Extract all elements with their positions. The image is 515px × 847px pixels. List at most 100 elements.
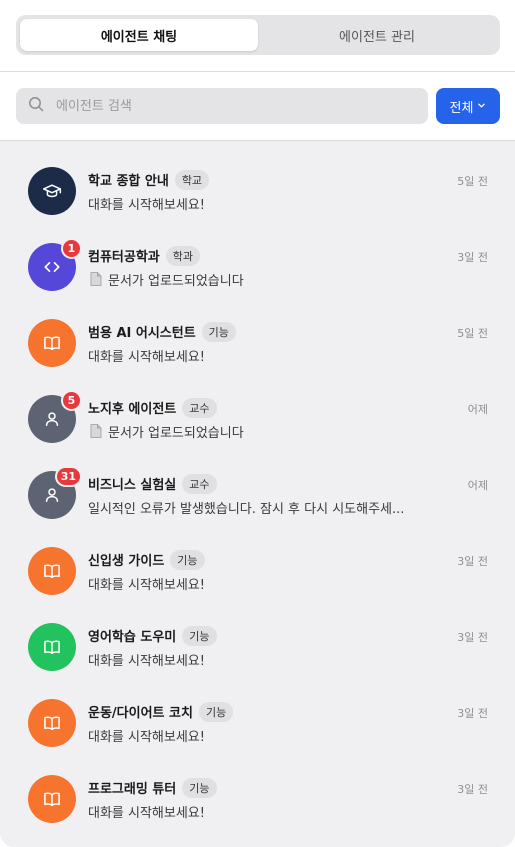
chat-info: 비즈니스 실험실 교수일시적인 오류가 발생했습니다. 잠시 후 다시 시도해주세…	[88, 473, 418, 517]
agent-avatar	[28, 547, 76, 595]
chat-list-item[interactable]: 운동/다이어트 코치 기능대화를 시작해보세요! 3일 전	[0, 685, 515, 761]
agent-name: 신입생 가이드	[88, 554, 165, 569]
timestamp: 3일 전	[457, 783, 488, 796]
agent-avatar	[28, 699, 76, 747]
preview-text: 대화를 시작해보세요!	[88, 653, 205, 669]
search-bar: 전체	[0, 72, 515, 141]
preview-text: 일시적인 오류가 발생했습니다. 잠시 후 다시 시도해주세...	[88, 501, 405, 517]
book-icon	[42, 333, 62, 353]
name-line: 운동/다이어트 코치 기능	[88, 701, 418, 722]
timestamp: 어제	[467, 479, 488, 492]
category-tag: 교수	[182, 397, 217, 418]
chat-info: 범용 AI 어시스턴트 기능대화를 시작해보세요!	[88, 321, 418, 365]
timestamp: 5일 전	[457, 327, 488, 340]
name-line: 컴퓨터공학과 학과	[88, 245, 418, 266]
filter-label: 전체	[449, 100, 474, 116]
chat-list: 학교 종합 안내 학교대화를 시작해보세요! 5일 전 1 컴퓨터공학과 학과문서가 업로…	[0, 141, 515, 847]
agent-avatar	[28, 775, 76, 823]
chat-info: 운동/다이어트 코치 기능대화를 시작해보세요!	[88, 701, 418, 745]
chat-info: 영어학습 도우미 기능대화를 시작해보세요!	[88, 625, 418, 669]
chat-list-item[interactable]: 5 노지후 에이전트 교수 문서가 업로드되었습니다 어제	[0, 381, 515, 457]
tab-agent-management[interactable]: 에이전트 관리	[258, 19, 496, 51]
category-tag: 학과	[165, 245, 201, 266]
agent-name: 범용 AI 어시스턴트	[88, 326, 196, 341]
search-icon	[28, 96, 44, 116]
chat-info: 컴퓨터공학과 학과문서가 업로드되었습니다	[88, 245, 418, 289]
timestamp: 3일 전	[457, 251, 488, 264]
document-icon	[88, 271, 104, 287]
message-preview: 대화를 시작해보세요!	[88, 726, 418, 745]
timestamp: 3일 전	[457, 707, 488, 720]
agent-avatar	[28, 167, 76, 215]
search-box[interactable]	[16, 88, 428, 124]
chat-list-item[interactable]: 학교 종합 안내 학교대화를 시작해보세요! 5일 전	[0, 153, 515, 229]
agent-avatar: 5	[28, 390, 82, 443]
message-preview: 대화를 시작해보세요!	[88, 650, 418, 669]
user-icon	[42, 409, 62, 429]
chat-list-item[interactable]: 1 컴퓨터공학과 학과문서가 업로드되었습니다 3일 전	[0, 229, 515, 305]
code-icon	[42, 257, 62, 277]
preview-text: 대화를 시작해보세요!	[88, 197, 205, 213]
name-line: 영어학습 도우미 기능	[88, 625, 418, 646]
timestamp: 3일 전	[457, 555, 488, 568]
preview-text: 대화를 시작해보세요!	[88, 349, 205, 365]
graduation-cap-icon	[42, 181, 62, 201]
document-icon	[88, 423, 104, 439]
tab-agent-chat[interactable]: 에이전트 채팅	[20, 19, 258, 51]
message-preview: 문서가 업로드되었습니다	[88, 270, 418, 289]
name-line: 학교 종합 안내 학교	[88, 169, 418, 190]
agent-name: 프로그래밍 튜터	[88, 782, 177, 797]
agent-avatar: 1	[28, 238, 82, 291]
preview-text: 대화를 시작해보세요!	[88, 577, 205, 593]
message-preview: 문서가 업로드되었습니다	[88, 422, 418, 441]
message-preview: 대화를 시작해보세요!	[88, 194, 418, 213]
category-tag: 기능	[182, 777, 217, 798]
user-icon	[42, 485, 62, 505]
agent-avatar: 31	[28, 466, 82, 519]
search-input[interactable]	[56, 98, 386, 114]
agent-name: 비즈니스 실험실	[88, 478, 177, 493]
name-line: 프로그래밍 튜터 기능	[88, 777, 418, 798]
chat-list-item[interactable]: 영어학습 도우미 기능대화를 시작해보세요! 3일 전	[0, 609, 515, 685]
chat-info: 프로그래밍 튜터 기능대화를 시작해보세요!	[88, 777, 418, 821]
unread-badge: 5	[61, 390, 82, 411]
unread-badge: 1	[61, 238, 82, 259]
book-icon	[42, 789, 62, 809]
name-line: 노지후 에이전트 교수	[88, 397, 418, 418]
filter-dropdown[interactable]: 전체	[436, 88, 500, 124]
agent-name: 학교 종합 안내	[88, 174, 169, 189]
book-icon	[42, 637, 62, 657]
name-line: 비즈니스 실험실 교수	[88, 473, 418, 494]
chat-info: 노지후 에이전트 교수문서가 업로드되었습니다	[88, 397, 418, 441]
agent-name: 운동/다이어트 코치	[88, 706, 193, 721]
message-preview: 대화를 시작해보세요!	[88, 574, 418, 593]
name-line: 범용 AI 어시스턴트 기능	[88, 321, 418, 342]
book-icon	[42, 561, 62, 581]
book-icon	[42, 713, 62, 733]
unread-badge: 31	[54, 466, 82, 487]
timestamp: 3일 전	[457, 631, 488, 644]
preview-text: 문서가 업로드되었습니다	[108, 425, 244, 441]
header: 에이전트 채팅 에이전트 관리	[0, 0, 515, 72]
chat-list-item[interactable]: 31 비즈니스 실험실 교수일시적인 오류가 발생했습니다. 잠시 후 다시 시도해…	[0, 457, 515, 533]
chat-list-item[interactable]: 범용 AI 어시스턴트 기능대화를 시작해보세요! 5일 전	[0, 305, 515, 381]
agent-name: 노지후 에이전트	[88, 402, 177, 417]
chat-list-item[interactable]: 신입생 가이드 기능대화를 시작해보세요! 3일 전	[0, 533, 515, 609]
chat-list-item[interactable]: 프로그래밍 튜터 기능대화를 시작해보세요! 3일 전	[0, 761, 515, 837]
category-tag: 기능	[170, 549, 205, 570]
chat-info: 신입생 가이드 기능대화를 시작해보세요!	[88, 549, 418, 593]
agent-avatar	[28, 319, 76, 367]
preview-text: 대화를 시작해보세요!	[88, 805, 205, 821]
agent-name: 컴퓨터공학과	[88, 250, 160, 265]
agent-name: 영어학습 도우미	[88, 630, 177, 645]
name-line: 신입생 가이드 기능	[88, 549, 418, 570]
message-preview: 대화를 시작해보세요!	[88, 802, 418, 821]
segmented-tabs: 에이전트 채팅 에이전트 관리	[16, 15, 500, 55]
agent-avatar	[28, 623, 76, 671]
category-tag: 기능	[198, 701, 234, 722]
timestamp: 5일 전	[457, 175, 488, 188]
category-tag: 기능	[201, 321, 236, 342]
chevron-down-icon	[477, 99, 486, 114]
category-tag: 교수	[182, 473, 217, 494]
chat-info: 학교 종합 안내 학교대화를 시작해보세요!	[88, 169, 418, 213]
